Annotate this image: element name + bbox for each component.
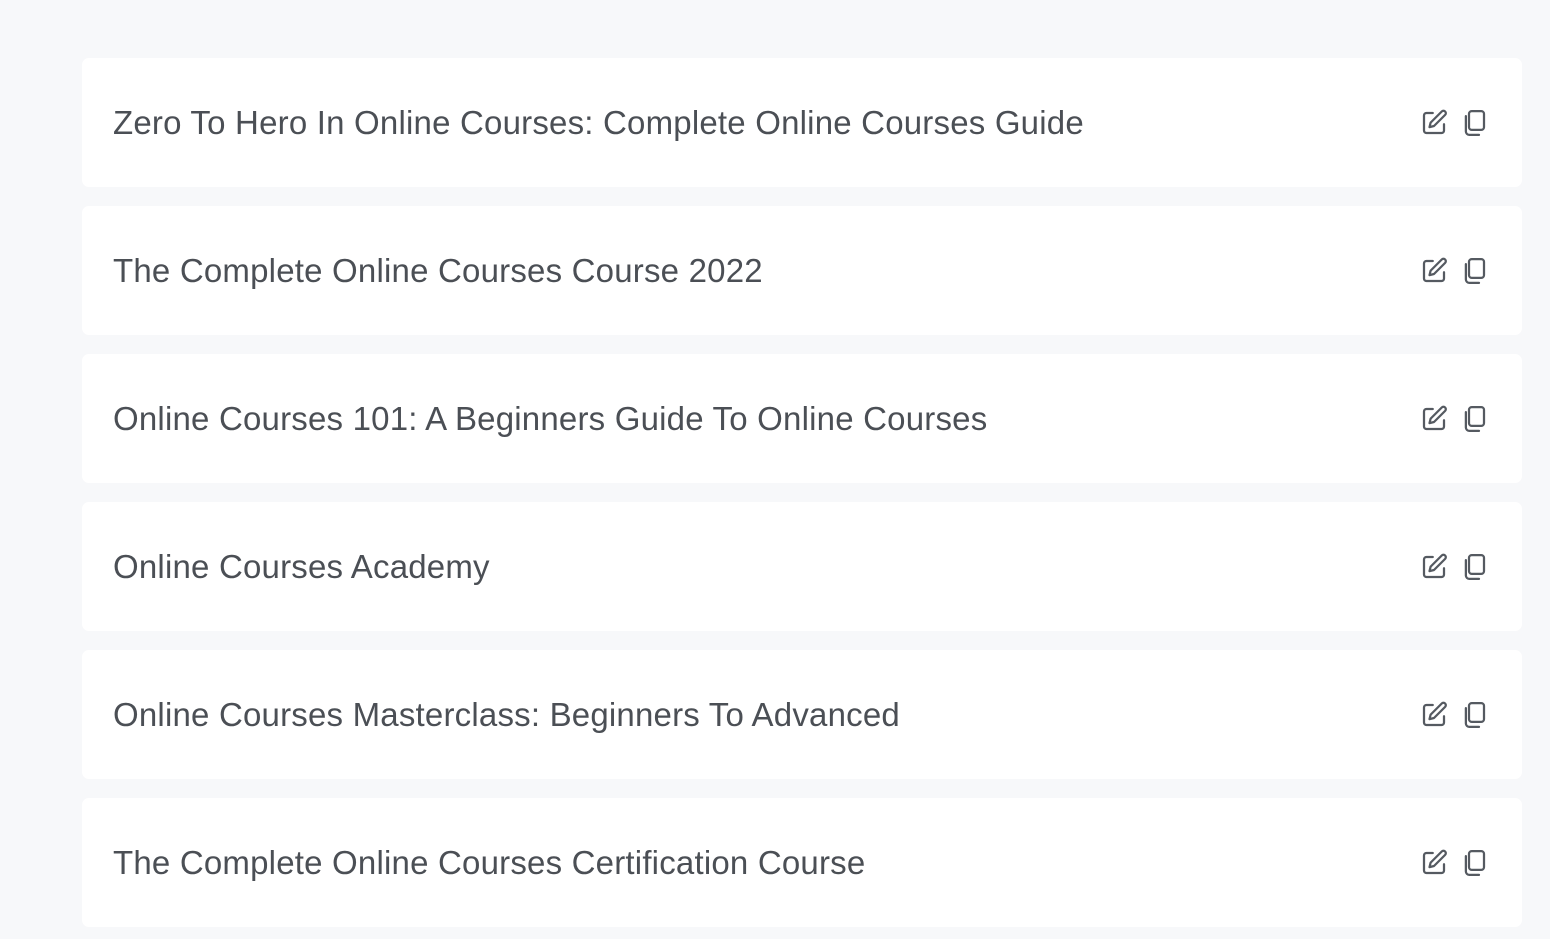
item-actions [1418, 106, 1490, 140]
edit-button[interactable] [1418, 254, 1450, 288]
item-title: The Complete Online Courses Course 2022 [113, 251, 763, 289]
copy-button[interactable] [1458, 402, 1490, 436]
edit-icon [1422, 109, 1447, 134]
copy-button[interactable] [1458, 846, 1490, 880]
copy-icon [1464, 257, 1486, 284]
copy-button[interactable] [1458, 106, 1490, 140]
edit-icon [1422, 405, 1447, 430]
edit-button[interactable] [1418, 846, 1450, 880]
item-title: Online Courses Academy [113, 547, 490, 585]
item-title: Zero To Hero In Online Courses: Complete… [113, 103, 1084, 141]
list-item: Online Courses Masterclass: Beginners To… [82, 650, 1522, 779]
copy-button[interactable] [1458, 698, 1490, 732]
copy-icon [1464, 553, 1486, 580]
titles-list: Zero To Hero In Online Courses: Complete… [82, 58, 1522, 927]
edit-icon [1422, 553, 1447, 578]
item-title: Online Courses Masterclass: Beginners To… [113, 695, 900, 733]
list-item: Zero To Hero In Online Courses: Complete… [82, 58, 1522, 187]
copy-icon [1464, 405, 1486, 432]
edit-icon [1422, 257, 1447, 282]
item-actions [1418, 402, 1490, 436]
item-actions [1418, 254, 1490, 288]
edit-button[interactable] [1418, 698, 1450, 732]
copy-icon [1464, 849, 1486, 876]
edit-icon [1422, 701, 1447, 726]
item-title: Online Courses 101: A Beginners Guide To… [113, 399, 988, 437]
edit-icon [1422, 849, 1447, 874]
list-item: The Complete Online Courses Course 2022 [82, 206, 1522, 335]
list-item: Online Courses Academy [82, 502, 1522, 631]
edit-button[interactable] [1418, 550, 1450, 584]
copy-button[interactable] [1458, 254, 1490, 288]
list-item: The Complete Online Courses Certificatio… [82, 798, 1522, 927]
list-item: Online Courses 101: A Beginners Guide To… [82, 354, 1522, 483]
copy-button[interactable] [1458, 550, 1490, 584]
item-actions [1418, 846, 1490, 880]
item-title: The Complete Online Courses Certificatio… [113, 843, 866, 881]
copy-icon [1464, 109, 1486, 136]
edit-button[interactable] [1418, 106, 1450, 140]
edit-button[interactable] [1418, 402, 1450, 436]
item-actions [1418, 698, 1490, 732]
copy-icon [1464, 701, 1486, 728]
item-actions [1418, 550, 1490, 584]
